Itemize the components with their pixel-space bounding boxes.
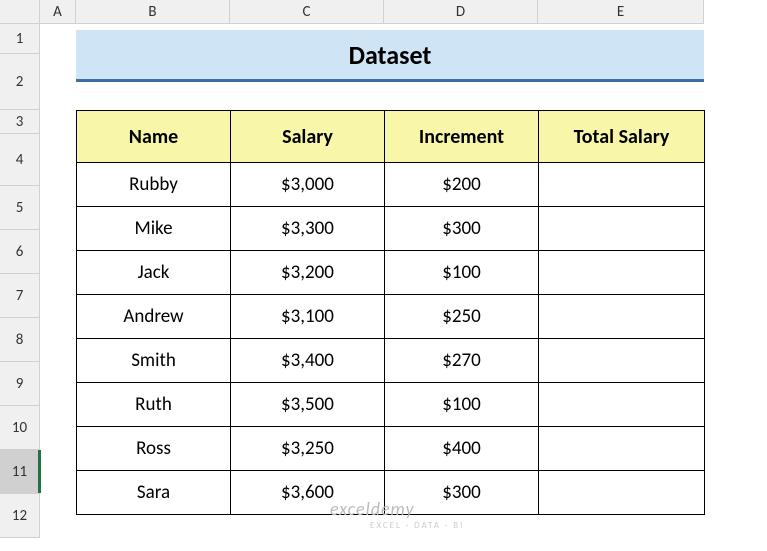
row-header-8[interactable]: 8 <box>0 318 40 362</box>
col-header-A[interactable]: A <box>40 0 76 24</box>
cell-increment[interactable]: $250 <box>385 295 539 339</box>
cell-name[interactable]: Andrew <box>77 295 231 339</box>
cell-total[interactable] <box>539 207 705 251</box>
dataset-title[interactable]: Dataset <box>76 30 704 82</box>
cell-salary[interactable]: $3,500 <box>231 383 385 427</box>
cell-name[interactable]: Sara <box>77 471 231 515</box>
cell-total[interactable] <box>539 163 705 207</box>
cell-increment[interactable]: $300 <box>385 207 539 251</box>
select-all-corner[interactable] <box>0 0 40 24</box>
cell-total[interactable] <box>539 251 705 295</box>
row-header-12[interactable]: 12 <box>0 494 40 538</box>
cell-name[interactable]: Ruth <box>77 383 231 427</box>
cell-total[interactable] <box>539 383 705 427</box>
table-row: Mike $3,300 $300 <box>77 207 705 251</box>
col-header-D[interactable]: D <box>384 0 538 24</box>
col-header-B[interactable]: B <box>76 0 230 24</box>
col-header-E[interactable]: E <box>538 0 704 24</box>
row-header-3[interactable]: 3 <box>0 110 40 134</box>
col-header-C[interactable]: C <box>230 0 384 24</box>
cell-total[interactable] <box>539 339 705 383</box>
row-header-9[interactable]: 9 <box>0 362 40 406</box>
table-row: Rubby $3,000 $200 <box>77 163 705 207</box>
cell-increment[interactable]: $270 <box>385 339 539 383</box>
cell-increment[interactable]: $100 <box>385 383 539 427</box>
cell-salary[interactable]: $3,300 <box>231 207 385 251</box>
table-header-row: Name Salary Increment Total Salary <box>77 111 705 163</box>
cell-increment[interactable]: $200 <box>385 163 539 207</box>
cell-name[interactable]: Smith <box>77 339 231 383</box>
row-headers: 1 2 3 4 5 6 7 8 9 10 11 12 <box>0 24 40 538</box>
cell-name[interactable]: Jack <box>77 251 231 295</box>
header-name[interactable]: Name <box>77 111 231 163</box>
row-header-11[interactable]: 11 <box>0 450 40 494</box>
header-total[interactable]: Total Salary <box>539 111 705 163</box>
row-header-2[interactable]: 2 <box>0 54 40 110</box>
table-row: Smith $3,400 $270 <box>77 339 705 383</box>
row-header-7[interactable]: 7 <box>0 274 40 318</box>
row-header-10[interactable]: 10 <box>0 406 40 450</box>
cell-salary[interactable]: $3,400 <box>231 339 385 383</box>
cell-increment[interactable]: $100 <box>385 251 539 295</box>
cell-total[interactable] <box>539 471 705 515</box>
cell-salary[interactable]: $3,000 <box>231 163 385 207</box>
row-header-6[interactable]: 6 <box>0 230 40 274</box>
header-salary[interactable]: Salary <box>231 111 385 163</box>
cell-total[interactable] <box>539 427 705 471</box>
cell-name[interactable]: Mike <box>77 207 231 251</box>
table-row: Andrew $3,100 $250 <box>77 295 705 339</box>
cell-increment[interactable]: $400 <box>385 427 539 471</box>
watermark: exceldemy <box>330 498 415 520</box>
cell-salary[interactable]: $3,250 <box>231 427 385 471</box>
cell-name[interactable]: Ross <box>77 427 231 471</box>
header-increment[interactable]: Increment <box>385 111 539 163</box>
row-header-1[interactable]: 1 <box>0 24 40 54</box>
data-table: Name Salary Increment Total Salary Rubby… <box>76 110 705 515</box>
cell-name[interactable]: Rubby <box>77 163 231 207</box>
cell-salary[interactable]: $3,100 <box>231 295 385 339</box>
row-header-4[interactable]: 4 <box>0 134 40 186</box>
table-row: Ross $3,250 $400 <box>77 427 705 471</box>
table-row: Ruth $3,500 $100 <box>77 383 705 427</box>
watermark-sub: EXCEL · DATA · BI <box>370 520 464 531</box>
cell-salary[interactable]: $3,200 <box>231 251 385 295</box>
cell-total[interactable] <box>539 295 705 339</box>
column-headers: A B C D E <box>40 0 704 24</box>
row-header-5[interactable]: 5 <box>0 186 40 230</box>
table-row: Jack $3,200 $100 <box>77 251 705 295</box>
